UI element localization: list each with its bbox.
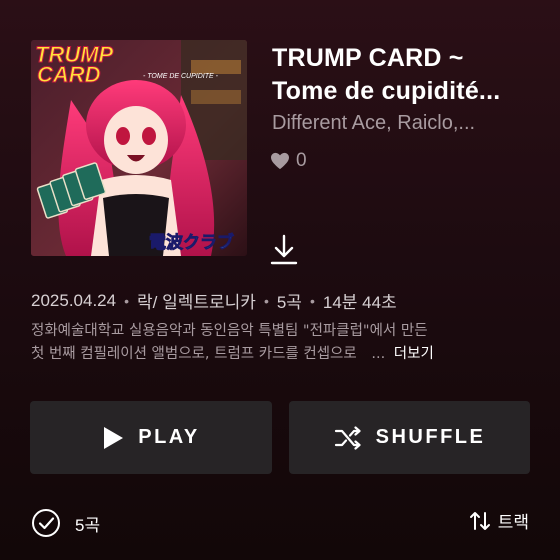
cover-logo-sub: - TOME DE CUPIDITE - — [143, 73, 219, 80]
cover-logo-line2: CARD — [37, 62, 101, 87]
select-count: 5곡 — [75, 515, 101, 535]
download-button[interactable] — [268, 233, 300, 265]
play-icon — [104, 426, 124, 449]
description-ellipsis: ... — [371, 346, 386, 362]
album-title: TRUMP CARD ~ Tome de cupidité... — [272, 42, 542, 108]
description-line2: 첫 번째 컴필레이션 앨범으로, 트럼프 카드를 컨셉으로 — [31, 346, 357, 362]
heart-icon — [271, 152, 289, 170]
track-count: 5곡 — [276, 293, 302, 312]
duration: 14분 44초 — [322, 293, 397, 312]
more-link[interactable]: 더보기 — [394, 346, 434, 362]
album-meta: 2025.04.24 • 락/ 일렉트로니카 • 5곡 • 14분 44초 — [31, 288, 397, 313]
album-artists[interactable]: Different Ace, Raiclo,... — [272, 112, 542, 135]
like-button[interactable]: 0 — [270, 150, 307, 172]
sort-button[interactable]: 트랙 — [468, 508, 529, 533]
genre: 락/ 일렉트로니카 — [137, 293, 256, 312]
meta-separator: • — [124, 292, 129, 309]
download-icon — [270, 234, 298, 265]
check-circle-icon — [32, 509, 60, 537]
album-title-line2: Tome de cupidité... — [272, 77, 501, 105]
meta-separator: • — [309, 292, 315, 309]
shuffle-icon — [334, 425, 361, 450]
like-count: 0 — [296, 150, 307, 171]
cover-label-text: 電波クラブ — [149, 232, 234, 253]
album-cover-art: TRUMP CARD - TOME DE CUPIDITE - 電波クラブ — [31, 40, 247, 256]
meta-separator: • — [263, 292, 269, 309]
description-line1: 정화예술대학교 실용음악과 동인음악 특별팀 "전파클럽"에서 만든 — [31, 323, 428, 339]
album-description: 정화예술대학교 실용음악과 동인음악 특별팀 "전파클럽"에서 만든 첫 번째 … — [31, 320, 531, 366]
select-all-toggle[interactable]: 5곡 — [31, 508, 100, 538]
play-button[interactable]: PLAY — [30, 401, 272, 474]
shuffle-label: SHUFFLE — [375, 426, 486, 448]
album-cover: TRUMP CARD - TOME DE CUPIDITE - 電波クラブ — [31, 40, 247, 256]
shuffle-button[interactable]: SHUFFLE — [289, 401, 530, 474]
sort-icon — [469, 511, 490, 530]
sort-label: 트랙 — [497, 513, 529, 532]
release-date: 2025.04.24 — [31, 290, 117, 310]
play-label: PLAY — [138, 426, 200, 448]
album-title-line1: TRUMP CARD ~ — [272, 44, 464, 72]
